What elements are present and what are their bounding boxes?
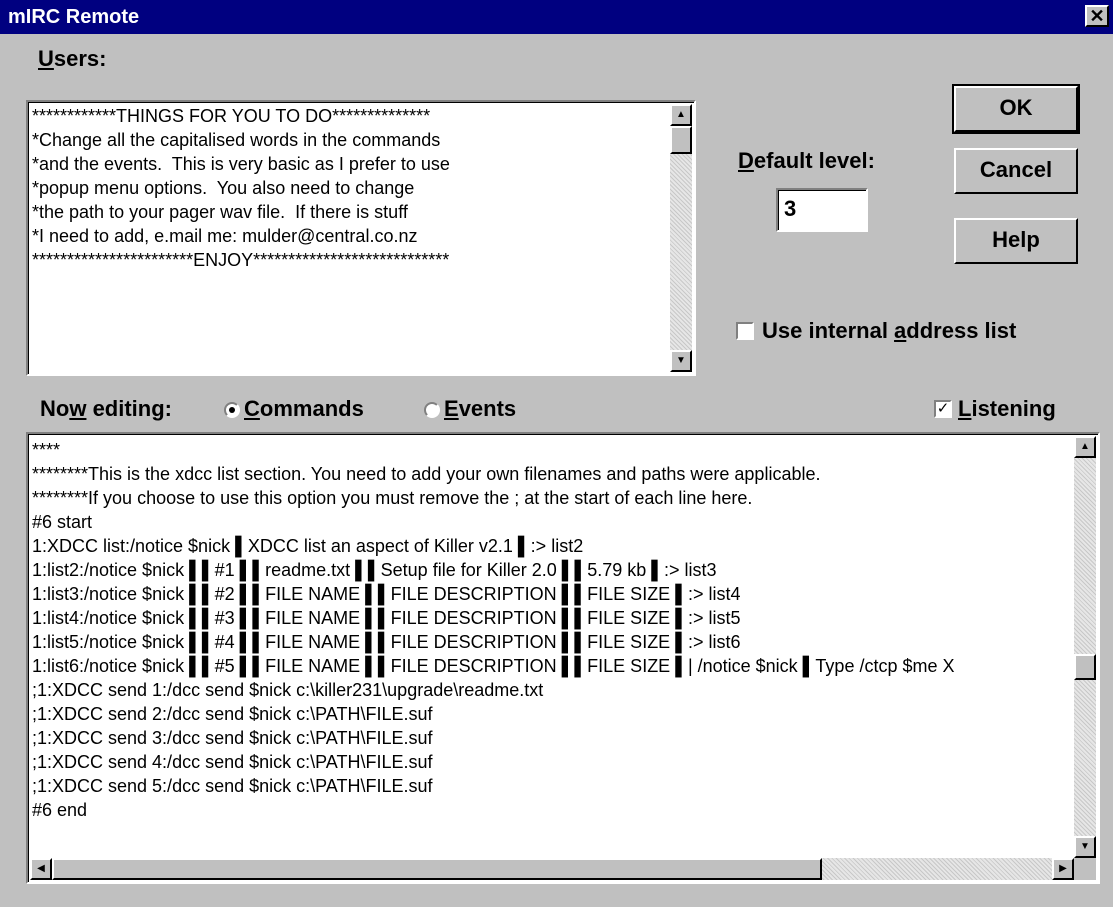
users-scroll-thumb[interactable]: [670, 126, 692, 154]
editor-line: 1:list5:/notice $nick ▌▌#4 ▌▌FILE NAME ▌…: [32, 632, 741, 652]
scrollbar-corner: [1074, 858, 1096, 880]
default-level-value: 3: [784, 196, 797, 221]
editor-vscroll-thumb[interactable]: [1074, 654, 1096, 680]
ok-button[interactable]: OK: [952, 84, 1080, 134]
users-vertical-scrollbar[interactable]: ▲ ▼: [670, 104, 692, 372]
close-icon: ✕: [1089, 6, 1105, 26]
cancel-button[interactable]: Cancel: [954, 148, 1078, 194]
scroll-up-icon[interactable]: ▲: [670, 104, 692, 126]
scroll-up-icon[interactable]: ▲: [1074, 436, 1096, 458]
now-editing-label: Now editing:: [40, 396, 172, 421]
events-radio[interactable]: [424, 402, 440, 418]
editor-vertical-scrollbar[interactable]: ▲ ▼: [1074, 436, 1096, 858]
editor-horizontal-scrollbar[interactable]: ◀ ▶: [30, 858, 1074, 880]
users-line: ************THINGS FOR YOU TO DO********…: [32, 106, 431, 126]
editor-line: ;1:XDCC send 2:/dcc send $nick c:\PATH\F…: [32, 704, 433, 724]
help-button[interactable]: Help: [954, 218, 1078, 264]
scroll-right-icon[interactable]: ▶: [1052, 858, 1074, 880]
editor-line: ********If you choose to use this option…: [32, 488, 753, 508]
default-level-label: Default level:: [738, 148, 875, 173]
listening-checkbox[interactable]: ✓: [934, 400, 952, 418]
close-button[interactable]: ✕: [1085, 5, 1109, 27]
scroll-down-icon[interactable]: ▼: [1074, 836, 1096, 858]
scroll-down-icon[interactable]: ▼: [670, 350, 692, 372]
users-line: *the path to your pager wav file. If the…: [32, 202, 408, 222]
editor-line: 1:list3:/notice $nick ▌▌#2 ▌▌FILE NAME ▌…: [32, 584, 741, 604]
check-icon: ✓: [936, 400, 950, 417]
internal-address-label[interactable]: Use internal address list: [762, 318, 1016, 344]
events-radio-label[interactable]: Events: [444, 396, 516, 422]
editor-line: ;1:XDCC send 3:/dcc send $nick c:\PATH\F…: [32, 728, 433, 748]
scroll-left-icon[interactable]: ◀: [30, 858, 52, 880]
editor-line: 1:list6:/notice $nick ▌▌#5 ▌▌FILE NAME ▌…: [32, 656, 955, 676]
radio-selected-dot: [229, 407, 235, 413]
users-line: *and the events. This is very basic as I…: [32, 154, 450, 174]
commands-radio-label[interactable]: Commands: [244, 396, 364, 422]
users-line: *I need to add, e.mail me: mulder@centra…: [32, 226, 418, 246]
editor-line: ;1:XDCC send 1:/dcc send $nick c:\killer…: [32, 680, 544, 700]
editor-line: ********This is the xdcc list section. Y…: [32, 464, 821, 484]
listening-label[interactable]: Listening: [958, 396, 1056, 422]
editor-line: ;1:XDCC send 5:/dcc send $nick c:\PATH\F…: [32, 776, 433, 796]
users-text: ************THINGS FOR YOU TO DO********…: [32, 104, 450, 272]
window-title: mIRC Remote: [8, 6, 140, 28]
users-label: Users:: [38, 46, 107, 71]
script-editor[interactable]: **** ********This is the xdcc list sectio…: [26, 432, 1100, 884]
users-line: *Change all the capitalised words in the…: [32, 130, 441, 150]
editor-line: ****: [32, 440, 61, 460]
editor-line: #6 start: [32, 512, 93, 532]
editor-line: ;1:XDCC send 4:/dcc send $nick c:\PATH\F…: [32, 752, 433, 772]
commands-radio[interactable]: [224, 402, 240, 418]
editor-hscroll-thumb[interactable]: [52, 858, 822, 880]
users-line: *popup menu options. You also need to ch…: [32, 178, 415, 198]
internal-address-checkbox[interactable]: [736, 322, 754, 340]
editor-line: 1:XDCC list:/notice $nick ▌XDCC list an …: [32, 536, 584, 556]
editor-text: **** ********This is the xdcc list sectio…: [32, 438, 1072, 822]
users-textbox[interactable]: ************THINGS FOR YOU TO DO********…: [26, 100, 696, 376]
editor-line: #6 end: [32, 800, 88, 820]
title-bar: mIRC Remote ✕: [0, 0, 1113, 34]
editor-line: 1:list4:/notice $nick ▌▌#3 ▌▌FILE NAME ▌…: [32, 608, 741, 628]
editor-line: 1:list2:/notice $nick ▌▌#1 ▌▌readme.txt …: [32, 560, 717, 580]
default-level-input[interactable]: 3: [776, 188, 868, 232]
users-line: ***********************ENJOY************…: [32, 250, 450, 270]
